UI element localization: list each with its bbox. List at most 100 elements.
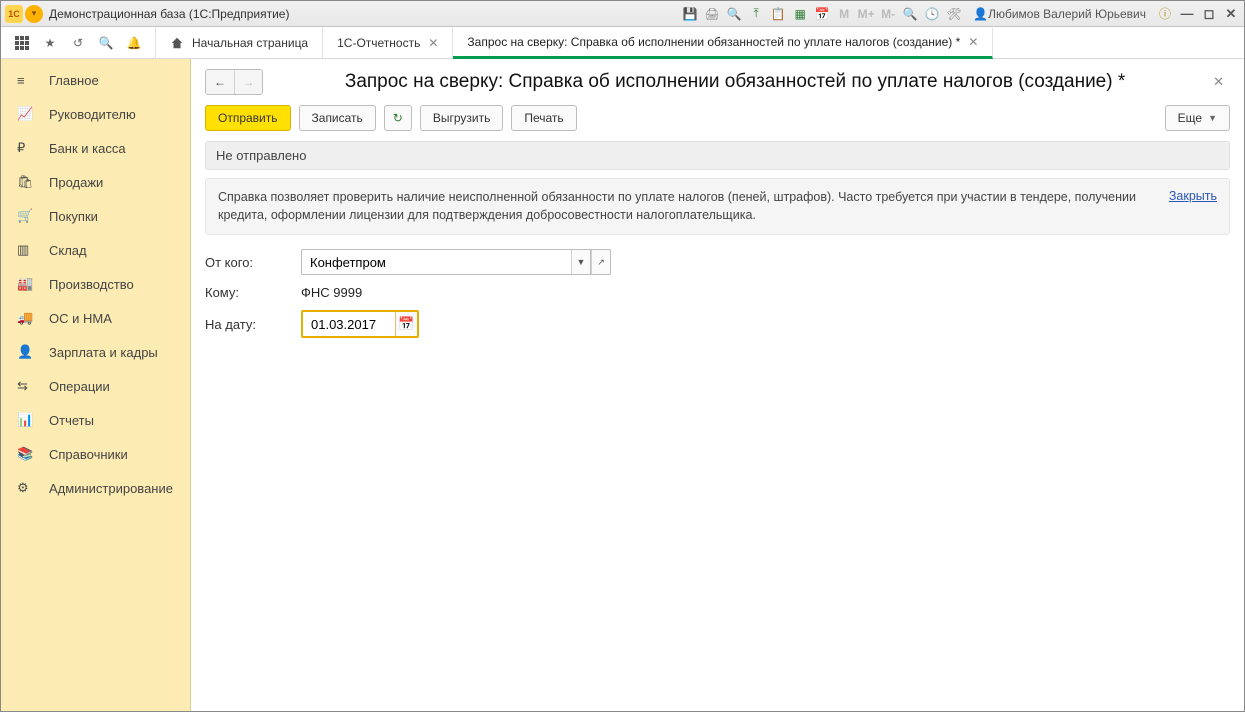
titlebar: 1C ▾ Демонстрационная база (1С:Предприят…	[1, 1, 1244, 27]
calc-m-icon[interactable]: М	[835, 5, 853, 23]
books-icon: 📚	[17, 446, 35, 462]
from-input[interactable]	[301, 249, 571, 275]
to-row: Кому: ФНС 9999	[205, 285, 1230, 300]
main-area: ≡ Главное 📈 Руководителю ₽ Банк и касса …	[1, 59, 1244, 711]
bars-icon: 📊	[17, 412, 35, 428]
info-close-link[interactable]: Закрыть	[1169, 189, 1217, 224]
more-button-label: Еще	[1178, 111, 1202, 125]
more-button[interactable]: Еще ▼	[1165, 105, 1230, 131]
sidebar-item-sales[interactable]: 🛍 Продажи	[1, 165, 190, 199]
sidebar-item-label: Производство	[49, 277, 134, 292]
factory-icon: 🏭	[17, 276, 35, 292]
export-button-label: Выгрузить	[433, 111, 491, 125]
tab-1c-reports[interactable]: 1С-Отчетность ✕	[323, 27, 453, 58]
bell-icon[interactable]: 🔔	[125, 34, 143, 52]
sidebar-item-purchases[interactable]: 🛒 Покупки	[1, 199, 190, 233]
favorite-icon[interactable]: ★	[41, 34, 59, 52]
truck-icon: 🚚	[17, 310, 35, 326]
nav-strip: ★ ↺ 🔍 🔔 Начальная страница 1С-Отчетность…	[1, 27, 1244, 59]
search-icon[interactable]: 🔍	[97, 34, 115, 52]
tool-save-icon[interactable]: 💾	[681, 5, 699, 23]
sidebar-item-production[interactable]: 🏭 Производство	[1, 267, 190, 301]
sidebar-item-manager[interactable]: 📈 Руководителю	[1, 97, 190, 131]
tool-time-icon[interactable]: 🕓	[923, 5, 941, 23]
info-text: Справка позволяет проверить наличие неис…	[218, 189, 1153, 224]
titlebar-tools: 💾 🖨 🔍 ⤒ 📋 ▦ 📅 М М+ М- 🔍 🕓 🛠 👤 Любимов Ва…	[681, 5, 1240, 23]
apps-grid-icon[interactable]	[13, 34, 31, 52]
sidebar-item-label: Отчеты	[49, 413, 94, 428]
tab-home-label: Начальная страница	[192, 36, 308, 50]
page-title: Запрос на сверку: Справка об исполнении …	[263, 71, 1207, 93]
tool-print-icon[interactable]: 🖨	[703, 5, 721, 23]
send-button-label: Отправить	[218, 111, 278, 125]
status-bar: Не отправлено	[205, 141, 1230, 170]
calc-mminus-icon[interactable]: М-	[879, 5, 897, 23]
sidebar-item-label: Главное	[49, 73, 99, 88]
sidebar-item-directories[interactable]: 📚 Справочники	[1, 437, 190, 471]
date-input[interactable]	[303, 312, 395, 336]
app-menu-dropdown[interactable]: ▾	[25, 5, 43, 23]
chevron-down-icon: ▼	[1208, 113, 1217, 123]
sidebar-item-main[interactable]: ≡ Главное	[1, 63, 190, 97]
tool-copy-icon[interactable]: 📋	[769, 5, 787, 23]
tool-refresh-icon[interactable]: ⤒	[747, 5, 765, 23]
sidebar-item-label: Администрирование	[49, 481, 173, 496]
tab-request[interactable]: Запрос на сверку: Справка об исполнении …	[453, 28, 993, 59]
tab-1c-reports-label: 1С-Отчетность	[337, 36, 420, 50]
print-button[interactable]: Печать	[511, 105, 576, 131]
date-field: 📅	[301, 310, 419, 338]
cart-icon: 🛒	[17, 208, 35, 224]
sidebar-item-label: Зарплата и кадры	[49, 345, 158, 360]
sidebar-item-warehouse[interactable]: ▥ Склад	[1, 233, 190, 267]
person-icon: 👤	[17, 344, 35, 360]
tab-home[interactable]: Начальная страница	[156, 27, 323, 58]
tool-preview-icon[interactable]: 🔍	[725, 5, 743, 23]
info-panel: Справка позволяет проверить наличие неис…	[205, 178, 1230, 235]
tool-settings-icon[interactable]: 🛠	[945, 5, 963, 23]
export-button[interactable]: Выгрузить	[420, 105, 504, 131]
page-header-row: ← → Запрос на сверку: Справка об исполне…	[205, 69, 1230, 95]
tab-request-close[interactable]: ✕	[968, 35, 978, 49]
tool-calendar-icon[interactable]: 📅	[813, 5, 831, 23]
sidebar-item-assets[interactable]: 🚚 ОС и НМА	[1, 301, 190, 335]
sidebar-item-hr[interactable]: 👤 Зарплата и кадры	[1, 335, 190, 369]
sidebar-item-label: Банк и касса	[49, 141, 126, 156]
send-button[interactable]: Отправить	[205, 105, 291, 131]
tool-info-icon[interactable]: ⓘ	[1156, 5, 1174, 23]
sidebar-item-operations[interactable]: ⇆ Операции	[1, 369, 190, 403]
to-label: Кому:	[205, 285, 301, 300]
date-picker-button[interactable]: 📅	[395, 312, 417, 336]
window-maximize[interactable]: ◻	[1200, 5, 1218, 23]
window-close[interactable]: ✕	[1222, 5, 1240, 23]
refresh-button[interactable]: ↻	[384, 105, 412, 131]
from-dropdown-button[interactable]: ▼	[571, 249, 591, 275]
sidebar-item-bank[interactable]: ₽ Банк и касса	[1, 131, 190, 165]
date-row: На дату: 📅	[205, 310, 1230, 338]
ruble-icon: ₽	[17, 140, 35, 156]
sidebar-item-reports[interactable]: 📊 Отчеты	[1, 403, 190, 437]
user-menu[interactable]: 👤 Любимов Валерий Юрьевич	[967, 5, 1152, 23]
sidebar-item-label: Справочники	[49, 447, 128, 462]
nav-back-button[interactable]: ←	[206, 70, 234, 94]
tab-1c-reports-close[interactable]: ✕	[428, 36, 438, 50]
bag-icon: 🛍	[17, 174, 35, 190]
app-logo-icon: 1C	[5, 5, 23, 23]
from-open-button[interactable]: ↗	[591, 249, 611, 275]
calc-mplus-icon[interactable]: М+	[857, 5, 875, 23]
sidebar-item-label: Покупки	[49, 209, 98, 224]
page-close[interactable]: ✕	[1207, 74, 1230, 90]
history-icon[interactable]: ↺	[69, 34, 87, 52]
sidebar-item-admin[interactable]: ⚙ Администрирование	[1, 471, 190, 505]
menu-icon: ≡	[17, 73, 35, 88]
save-button-label: Записать	[312, 111, 363, 125]
nav-forward-button[interactable]: →	[234, 70, 262, 94]
content: ← → Запрос на сверку: Справка об исполне…	[191, 59, 1244, 711]
nav-tools: ★ ↺ 🔍 🔔	[1, 27, 156, 58]
window-minimize[interactable]: —	[1178, 5, 1196, 23]
save-button[interactable]: Записать	[299, 105, 376, 131]
tool-zoom-icon[interactable]: 🔍	[901, 5, 919, 23]
tab-request-label: Запрос на сверку: Справка об исполнении …	[467, 35, 960, 49]
user-name: Любимов Валерий Юрьевич	[988, 7, 1146, 21]
nav-back-forward: ← →	[205, 69, 263, 95]
tool-grid-icon[interactable]: ▦	[791, 5, 809, 23]
